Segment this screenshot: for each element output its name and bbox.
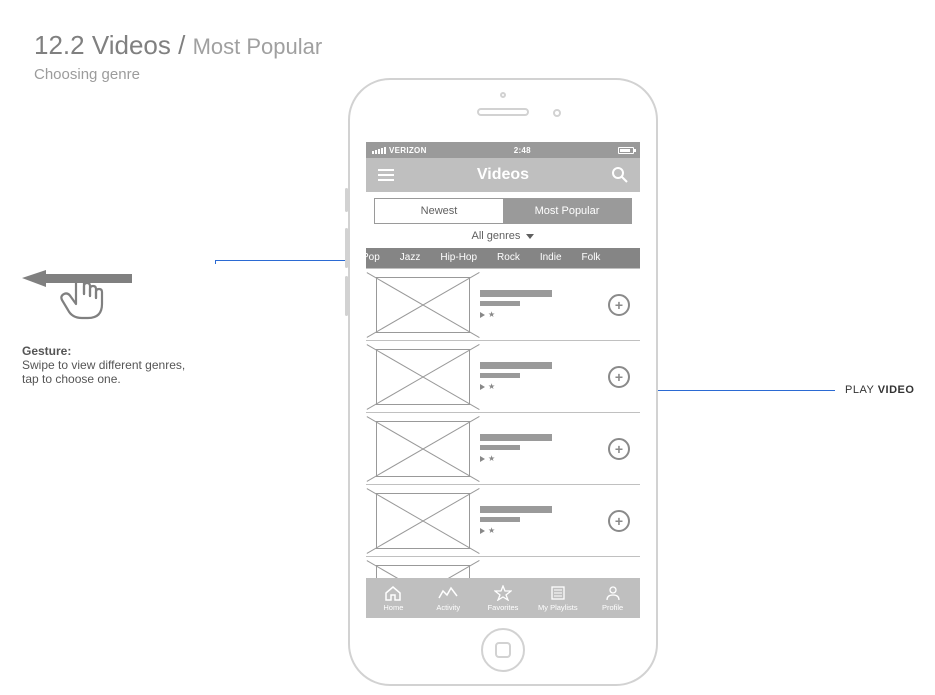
screen: VERIZON 2:48 Videos Newest Most Popular … bbox=[366, 142, 640, 618]
video-thumbnail[interactable] bbox=[376, 421, 470, 477]
star-icon: ★ bbox=[488, 454, 495, 463]
segment-newest[interactable]: Newest bbox=[375, 199, 503, 223]
video-meta: ★ bbox=[480, 290, 598, 319]
chevron-down-icon bbox=[526, 230, 534, 242]
breadcrumb: Most Popular bbox=[193, 34, 323, 59]
tab-activity[interactable]: Activity bbox=[421, 578, 476, 618]
video-subtitle-placeholder bbox=[480, 445, 520, 450]
video-thumbnail[interactable] bbox=[376, 493, 470, 549]
play-icon bbox=[480, 456, 485, 462]
add-button[interactable]: + bbox=[608, 294, 630, 316]
list-item[interactable]: ★ + bbox=[366, 485, 640, 557]
page-title: 12.2 Videos / Most Popular bbox=[34, 30, 322, 61]
tab-label: Profile bbox=[602, 603, 623, 612]
genre-tab[interactable]: Pop bbox=[366, 248, 390, 268]
tab-bar: Home Activity Favorites My Playlists Pro… bbox=[366, 578, 640, 618]
nav-title: Videos bbox=[477, 166, 529, 184]
tab-favorites[interactable]: Favorites bbox=[476, 578, 531, 618]
star-icon: ★ bbox=[488, 382, 495, 391]
star-icon: ★ bbox=[488, 526, 495, 535]
video-title-placeholder bbox=[480, 434, 552, 441]
phone-sensor-icon bbox=[500, 92, 506, 98]
phone-volume-up bbox=[345, 228, 348, 268]
video-thumbnail[interactable] bbox=[376, 277, 470, 333]
phone-frame: VERIZON 2:48 Videos Newest Most Popular … bbox=[348, 78, 658, 686]
genre-tab[interactable]: Indie bbox=[530, 248, 572, 268]
list-item[interactable]: ★ + bbox=[366, 269, 640, 341]
battery-icon bbox=[618, 147, 634, 154]
video-title-placeholder bbox=[480, 506, 552, 513]
genre-filter-dropdown[interactable]: All genres bbox=[366, 228, 640, 248]
gesture-label: Gesture: Swipe to view different genres,… bbox=[22, 344, 202, 386]
page-title-text: Videos bbox=[92, 30, 171, 60]
phone-volume-down bbox=[345, 276, 348, 316]
segment-most-popular[interactable]: Most Popular bbox=[503, 199, 631, 223]
tab-label: My Playlists bbox=[538, 603, 578, 612]
genre-strip[interactable]: Pop Jazz Hip-Hop Rock Indie Folk bbox=[366, 248, 640, 268]
home-icon bbox=[384, 585, 402, 601]
list-item[interactable]: ★ + bbox=[366, 341, 640, 413]
video-list: ★ + ★ + ★ + bbox=[366, 268, 640, 618]
home-button[interactable] bbox=[481, 628, 525, 672]
video-subtitle-placeholder bbox=[480, 301, 520, 306]
tab-label: Home bbox=[383, 603, 403, 612]
clock: 2:48 bbox=[514, 146, 531, 155]
video-subtitle-placeholder bbox=[480, 373, 520, 378]
add-button[interactable]: + bbox=[608, 366, 630, 388]
tab-label: Activity bbox=[436, 603, 460, 612]
add-button[interactable]: + bbox=[608, 510, 630, 532]
add-button[interactable]: + bbox=[608, 438, 630, 460]
star-icon bbox=[494, 585, 512, 601]
genre-tab[interactable]: Folk bbox=[572, 248, 611, 268]
menu-icon[interactable] bbox=[376, 165, 396, 185]
nav-bar: Videos bbox=[366, 158, 640, 192]
genre-tab[interactable]: Jazz bbox=[390, 248, 431, 268]
list-item[interactable]: ★ + bbox=[366, 413, 640, 485]
gesture-annotation: Gesture: Swipe to view different genres,… bbox=[22, 270, 202, 386]
phone-speaker-icon bbox=[477, 108, 529, 116]
star-icon: ★ bbox=[488, 310, 495, 319]
video-title-placeholder bbox=[480, 362, 552, 369]
breadcrumb-sep: / bbox=[178, 30, 185, 60]
profile-icon bbox=[605, 585, 621, 601]
signal-bars-icon bbox=[372, 147, 386, 154]
callout-play-video: PLAY VIDEO bbox=[845, 384, 914, 396]
video-meta: ★ bbox=[480, 434, 598, 463]
page-number: 12.2 bbox=[34, 30, 85, 60]
video-meta: ★ bbox=[480, 506, 598, 535]
tab-my-playlists[interactable]: My Playlists bbox=[530, 578, 585, 618]
genre-tab[interactable]: Hip-Hop bbox=[430, 248, 487, 268]
play-icon bbox=[480, 528, 485, 534]
page-subtitle: Choosing genre bbox=[34, 66, 140, 83]
phone-mute-switch bbox=[345, 188, 348, 212]
swipe-gesture-icon bbox=[22, 270, 132, 330]
playlist-icon bbox=[550, 585, 566, 601]
play-icon bbox=[480, 384, 485, 390]
carrier-label: VERIZON bbox=[389, 146, 427, 155]
play-icon bbox=[480, 312, 485, 318]
search-icon[interactable] bbox=[610, 165, 630, 185]
tab-home[interactable]: Home bbox=[366, 578, 421, 618]
phone-camera-icon bbox=[553, 109, 561, 117]
video-title-placeholder bbox=[480, 290, 552, 297]
segment-control: Newest Most Popular bbox=[374, 198, 632, 224]
video-thumbnail[interactable] bbox=[376, 349, 470, 405]
tab-profile[interactable]: Profile bbox=[585, 578, 640, 618]
status-bar: VERIZON 2:48 bbox=[366, 142, 640, 158]
genre-tab[interactable]: Rock bbox=[487, 248, 530, 268]
video-subtitle-placeholder bbox=[480, 517, 520, 522]
tab-label: Favorites bbox=[488, 603, 519, 612]
video-meta: ★ bbox=[480, 362, 598, 391]
activity-icon bbox=[438, 585, 458, 601]
